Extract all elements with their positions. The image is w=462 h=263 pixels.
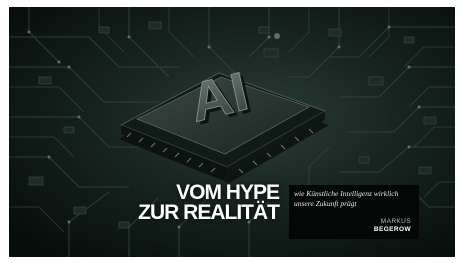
subtitle-text: wie Künstliche Intelligenz wirklich unse… <box>294 189 399 208</box>
author-last-name: BEGEROW <box>373 226 411 233</box>
page-frame: AI AI VOM HYPE ZUR REALITÄT wie Künstlic… <box>0 0 462 263</box>
book-cover: AI AI VOM HYPE ZUR REALITÄT wie Künstlic… <box>9 7 455 257</box>
cover-headline: VOM HYPE ZUR REALITÄT <box>138 181 280 224</box>
headline-line-2: ZUR REALITÄT <box>138 201 280 224</box>
headline-line-1: VOM HYPE <box>176 181 280 204</box>
subtitle-panel: wie Künstliche Intelligenz wirklich unse… <box>289 185 419 239</box>
author-first-name: MARKUS <box>380 218 411 225</box>
